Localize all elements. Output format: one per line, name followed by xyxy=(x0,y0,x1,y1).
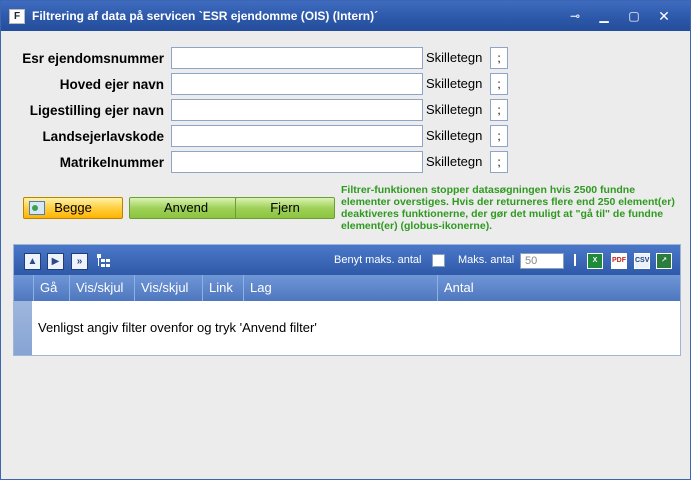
toolbar-divider xyxy=(574,254,576,266)
separator-label: Skilletegn xyxy=(426,76,483,91)
excel-icon[interactable]: X xyxy=(587,253,603,269)
hoved-ejer-navn-input[interactable] xyxy=(171,73,423,95)
grid-toolbar: ▲ ▶ » Benyt maks. antal Maks. antal 50 X… xyxy=(14,245,680,275)
field-label: Landsejerlavskode xyxy=(42,129,164,144)
separator-label: Skilletegn xyxy=(426,50,483,65)
empty-grid-message: Venligst angiv filter ovenfor og tryk 'A… xyxy=(38,320,317,335)
maximize-icon[interactable]: ▢ xyxy=(623,7,645,25)
minimize-icon[interactable]: ▁ xyxy=(593,7,615,25)
column-header-link[interactable]: Link xyxy=(202,275,243,301)
csv-icon[interactable]: CSV xyxy=(634,253,650,269)
field-label: Esr ejendomsnummer xyxy=(22,51,164,66)
begge-button[interactable]: Begge xyxy=(23,197,123,219)
app-icon: F xyxy=(9,9,25,24)
info-text: Filtrer-funktionen stopper datasøgningen… xyxy=(341,184,675,232)
close-icon[interactable]: ✕ xyxy=(653,7,675,25)
collapse-up-icon[interactable]: ▲ xyxy=(24,253,41,270)
column-header-ga[interactable]: Gå xyxy=(33,275,69,301)
max-count-input[interactable]: 50 xyxy=(520,253,564,269)
globe-icon xyxy=(29,201,45,215)
separator-input[interactable]: ; xyxy=(490,73,508,95)
separator-label: Skilletegn xyxy=(426,154,483,169)
begge-button-label: Begge xyxy=(54,200,92,215)
landsejerlavskode-input[interactable] xyxy=(171,125,423,147)
separator-input[interactable]: ; xyxy=(490,151,508,173)
use-max-checkbox[interactable] xyxy=(432,254,445,267)
separator-input[interactable]: ; xyxy=(490,47,508,69)
column-header-lag[interactable]: Lag xyxy=(243,275,437,301)
column-header-antal[interactable]: Antal xyxy=(437,275,680,301)
anvend-button-label: Anvend xyxy=(163,200,209,215)
esr-ejendomsnummer-input[interactable] xyxy=(171,47,423,69)
window-title: Filtrering af data på servicen `ESR ejen… xyxy=(32,9,379,23)
anvend-button[interactable]: Anvend xyxy=(129,197,243,219)
next-page-icon[interactable]: ▶ xyxy=(47,253,64,270)
title-bar[interactable]: F Filtrering af data på servicen `ESR ej… xyxy=(1,1,690,31)
fjern-button[interactable]: Fjern xyxy=(235,197,335,219)
fjern-button-label: Fjern xyxy=(270,200,300,215)
filter-form: Esr ejendomsnummer Skilletegn ; Hoved ej… xyxy=(1,31,690,241)
pdf-icon[interactable]: PDF xyxy=(611,253,627,269)
tree-view-icon[interactable] xyxy=(97,254,111,268)
grid-header: Gå Vis/skjul Vis/skjul Link Lag Antal xyxy=(14,275,680,301)
separator-label: Skilletegn xyxy=(426,102,483,117)
column-header-vis-skjul-2[interactable]: Vis/skjul xyxy=(134,275,202,301)
ligestilling-ejer-navn-input[interactable] xyxy=(171,99,423,121)
result-grid: ▲ ▶ » Benyt maks. antal Maks. antal 50 X… xyxy=(13,244,681,356)
pin-icon[interactable]: ⊸ xyxy=(564,7,586,25)
field-label: Ligestilling ejer navn xyxy=(29,103,164,118)
field-label: Matrikelnummer xyxy=(59,155,164,170)
row-selector xyxy=(14,301,32,355)
field-label: Hoved ejer navn xyxy=(59,77,164,92)
matrikelnummer-input[interactable] xyxy=(171,151,423,173)
use-max-label: Benyt maks. antal xyxy=(334,254,422,266)
separator-label: Skilletegn xyxy=(426,128,483,143)
max-count-label: Maks. antal xyxy=(458,254,515,266)
last-page-icon[interactable]: » xyxy=(71,253,88,270)
export-icon[interactable]: ↗ xyxy=(656,253,672,269)
filter-dialog: F Filtrering af data på servicen `ESR ej… xyxy=(0,0,691,480)
separator-input[interactable]: ; xyxy=(490,125,508,147)
column-header-vis-skjul[interactable]: Vis/skjul xyxy=(69,275,134,301)
separator-input[interactable]: ; xyxy=(490,99,508,121)
